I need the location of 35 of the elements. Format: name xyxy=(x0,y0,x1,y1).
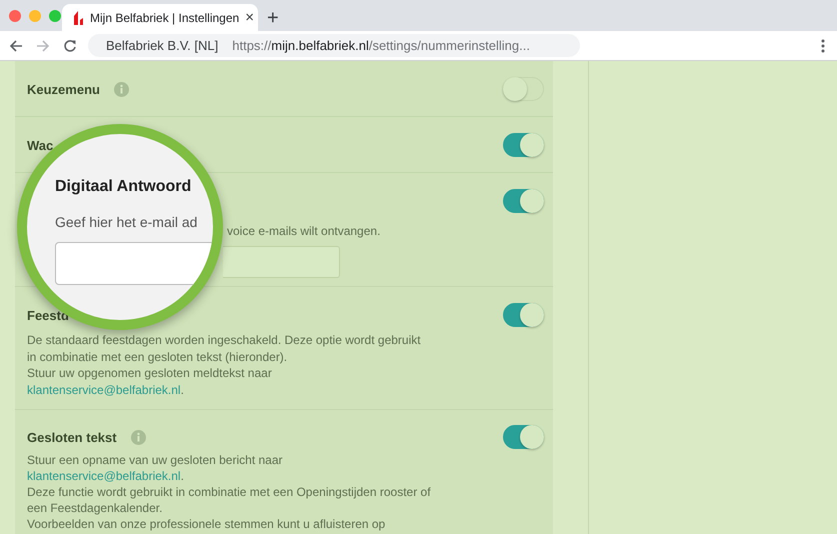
setting-title: Gesloten tekst xyxy=(27,430,117,444)
close-window-button[interactable] xyxy=(9,10,21,22)
info-icon[interactable] xyxy=(130,430,146,444)
close-tab-button[interactable]: × xyxy=(245,10,254,25)
logo-icon xyxy=(74,10,84,24)
info-icon[interactable] xyxy=(114,82,129,96)
description-text: Stuur uw opgenomen gesloten meldtekst naar klantenservice@belfabriek.nl. xyxy=(27,365,273,398)
description-text: Stuur een opname van uw gesloten bericht naar klantenservice@belfabriek.nl. xyxy=(27,452,284,484)
new-tab-button[interactable]: + xyxy=(267,8,279,28)
description-text: Deze functie wordt gebruikt in combinatie met een Openingstijden rooster of een Feestdagenkalender. xyxy=(27,484,432,516)
description-text: voice e-mails wilt ontvangen. xyxy=(227,224,382,238)
email-field[interactable] xyxy=(223,246,340,278)
menu-icon[interactable] xyxy=(821,38,825,52)
toggle-switch[interactable] xyxy=(503,425,544,449)
description-text: De standaard feestdagen worden ingeschakeld. Deze optie wordt gebruikt in combinatie met een gesloten tekst (hieronder). xyxy=(27,332,422,365)
toggle-switch[interactable] xyxy=(503,303,544,327)
field-label: Geef hier het e-mail ad xyxy=(55,214,198,230)
section-heading: Digitaal Antwoord xyxy=(55,178,192,196)
description-text: Voorbeelden van onze professionele stemmen kunt u afluisteren op xyxy=(27,516,386,532)
browser-tab[interactable]: Mijn Belfabriek | Instellingen × xyxy=(62,4,258,31)
forward-icon[interactable] xyxy=(36,38,50,52)
toggle-switch[interactable] xyxy=(503,77,544,101)
back-icon[interactable] xyxy=(9,38,23,52)
toggle-switch[interactable] xyxy=(503,133,544,157)
address-bar[interactable]: Belfabriek B.V. [NL] https://mijn.belfabriek.nl/settings/nummerinstelling... xyxy=(88,34,580,57)
url-text: https://mijn.belfabriek.nl/settings/nummerinstelling... xyxy=(232,38,530,53)
setting-title: Wac xyxy=(27,138,54,152)
reload-icon[interactable] xyxy=(63,38,77,52)
setting-title: Keuzemenu xyxy=(27,82,100,96)
site-name: Belfabriek B.V. [NL] xyxy=(106,38,218,53)
email-field[interactable] xyxy=(55,242,213,285)
tab-title: Mijn Belfabriek | Instellingen xyxy=(90,10,240,24)
toggle-switch[interactable] xyxy=(503,189,544,213)
minimize-window-button[interactable] xyxy=(29,10,41,22)
zoom-window-button[interactable] xyxy=(49,10,61,22)
